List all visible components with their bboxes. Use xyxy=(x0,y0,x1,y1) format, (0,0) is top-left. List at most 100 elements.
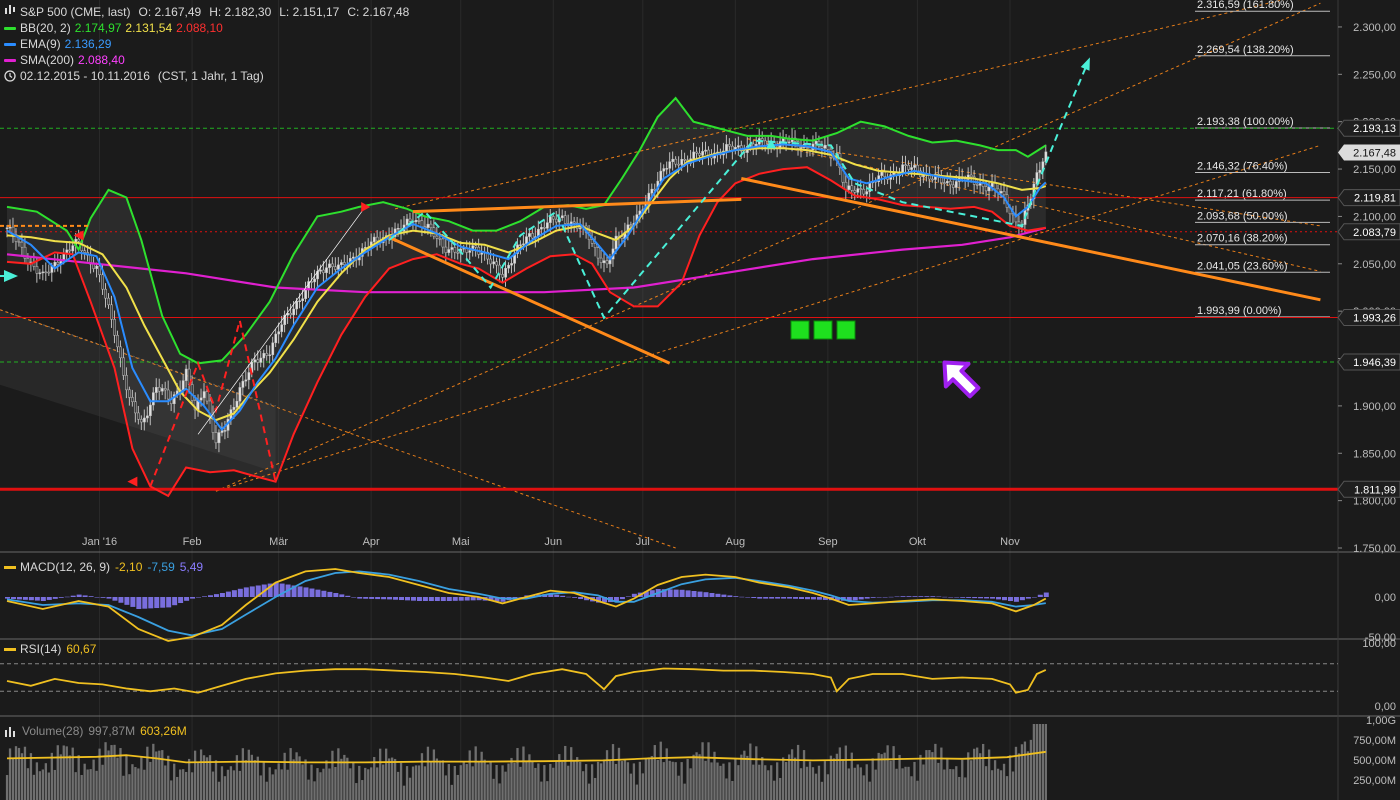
macd-histogram-bar xyxy=(345,595,351,597)
volume-bar xyxy=(295,752,298,800)
volume-bar xyxy=(811,767,815,800)
candle-body xyxy=(274,333,278,344)
volume-bar xyxy=(862,775,865,800)
macd-histogram-bar xyxy=(46,597,52,600)
candle-body xyxy=(155,387,158,393)
candle-body xyxy=(65,249,69,254)
macd-histogram-bar xyxy=(237,588,243,597)
chart-legend: S&P 500 (CME, last) O: 2.167,49 H: 2.182… xyxy=(4,4,409,84)
volume-bar xyxy=(393,758,397,800)
macd-histogram-bar xyxy=(184,597,190,601)
candle-body xyxy=(166,389,170,400)
macd-histogram-bar xyxy=(912,596,918,597)
candle-body xyxy=(999,191,1003,194)
y-tick-label: 2.150,00 xyxy=(1353,164,1396,176)
volume-bar xyxy=(1023,741,1027,800)
volume-bar xyxy=(692,754,695,800)
volume-bar xyxy=(1026,751,1030,800)
macd-histogram-bar xyxy=(566,596,572,598)
macd-histogram-bar xyxy=(918,596,924,597)
macd-histogram-bar xyxy=(793,597,799,599)
candle-body xyxy=(605,260,609,265)
volume-bar xyxy=(970,760,973,800)
chart-canvas[interactable]: 2.316,59 (161.80%) 2.269,54 (138.20%) 2.19… xyxy=(0,0,1400,800)
volume-bar xyxy=(253,760,256,800)
macd-histogram-value: 5,49 xyxy=(179,560,204,574)
volume-bar xyxy=(638,761,642,800)
macd-histogram-bar xyxy=(178,597,184,603)
macd-histogram-bar xyxy=(715,593,721,597)
volume-bar xyxy=(316,768,319,800)
volume-bar xyxy=(447,764,450,800)
volume-bar xyxy=(677,775,680,800)
bb-upper-value: 2.174,97 xyxy=(74,21,122,35)
rsi-legend: RSI(14) 60,67 xyxy=(4,642,96,656)
macd-histogram-bar xyxy=(357,597,363,599)
volume-bar xyxy=(674,762,677,800)
candle-body xyxy=(140,419,143,423)
volume-bar xyxy=(943,769,946,800)
candle-body xyxy=(904,164,907,166)
candle-body xyxy=(692,151,695,160)
macd-histogram-bar xyxy=(966,597,972,598)
macd-histogram-bar xyxy=(28,597,34,601)
macd-histogram-bar xyxy=(619,597,625,600)
volume-bar xyxy=(773,780,776,800)
volume-bar xyxy=(617,747,621,800)
candle-body xyxy=(77,238,81,242)
volume-bar xyxy=(149,761,152,800)
volume-bar xyxy=(570,747,573,800)
volume-bar xyxy=(922,764,925,800)
volume-bar xyxy=(868,781,871,800)
volume-bar xyxy=(913,761,916,800)
volume-bar xyxy=(122,775,125,800)
candle-body xyxy=(913,165,916,168)
candle-body xyxy=(414,219,418,223)
instrument-title: S&P 500 (CME, last) xyxy=(20,5,131,19)
level-price-label: 2.193,13 xyxy=(1353,123,1396,135)
macd-histogram-bar xyxy=(190,597,196,599)
volume-bar xyxy=(399,762,403,800)
macd-histogram-bar xyxy=(106,597,112,599)
candle-body xyxy=(668,161,672,169)
macd-histogram-bar xyxy=(309,588,315,597)
candle-body xyxy=(137,412,140,420)
candle-body xyxy=(492,261,496,265)
macd-histogram-bar xyxy=(578,597,584,599)
candle-body xyxy=(859,188,863,190)
candle-body xyxy=(337,264,340,270)
macd-histogram-bar xyxy=(82,595,88,597)
macd-histogram-bar xyxy=(88,596,94,597)
macd-histogram-bar xyxy=(769,597,775,599)
volume-bar xyxy=(411,766,415,800)
volume-bar xyxy=(990,770,994,800)
volume-bar xyxy=(596,761,600,800)
macd-histogram-bar xyxy=(888,596,894,598)
macd-histogram-bar xyxy=(870,597,876,598)
macd-histogram-bar xyxy=(864,597,870,599)
candle-body xyxy=(549,216,552,223)
volume-bar xyxy=(590,764,594,800)
volume-bar xyxy=(8,748,12,800)
candle-body xyxy=(951,184,955,188)
candle-body xyxy=(489,258,493,265)
volume-bar xyxy=(504,771,507,800)
x-tick-label: Feb xyxy=(183,536,202,548)
candle-body xyxy=(95,265,99,269)
macd-signal-value: -7,59 xyxy=(147,560,175,574)
candle-body xyxy=(280,324,284,332)
candle-body xyxy=(596,247,600,259)
volume-bar xyxy=(280,769,283,800)
volume-bar xyxy=(886,745,889,800)
volume-bar xyxy=(238,770,242,800)
candle-body xyxy=(671,158,675,162)
volume-bar xyxy=(841,759,844,800)
volume-bar xyxy=(310,764,313,800)
candle-body xyxy=(372,236,376,243)
volume-bar xyxy=(758,764,761,800)
volume-y-tick-label: 250,00M xyxy=(1353,775,1396,787)
candle-body xyxy=(56,261,60,265)
macd-histogram-bar xyxy=(906,596,912,597)
volume-bar xyxy=(47,772,50,800)
sma-swatch xyxy=(4,58,16,62)
